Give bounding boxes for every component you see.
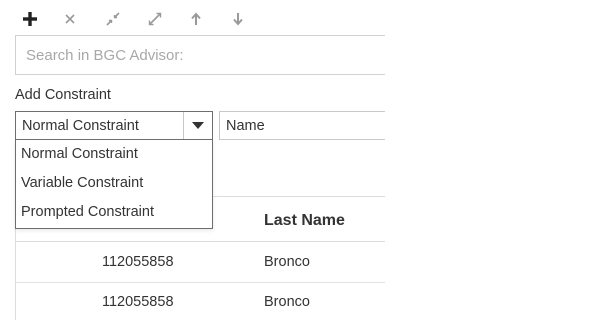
arrow-down-icon [233,13,243,26]
cell-id: 112055858 [102,294,174,310]
toolbar [22,8,274,30]
constraint-type-value: Normal Constraint [22,118,139,134]
add-button[interactable] [22,8,64,30]
expand-icon [148,12,162,26]
option-normal-constraint[interactable]: Normal Constraint [16,140,212,169]
collapse-icon [106,12,120,26]
caret-down-icon [192,122,204,129]
table-row[interactable]: 112055858 Bronco [15,282,385,320]
remove-button[interactable] [64,8,106,30]
option-prompted-constraint[interactable]: Prompted Constraint [16,198,212,227]
constraint-field-value: Name [226,118,265,134]
add-constraint-label: Add Constraint [15,87,111,103]
column-header-last-name[interactable]: Last Name [264,212,345,230]
cell-last-name: Bronco [264,294,310,310]
dropdown-toggle[interactable] [183,112,212,139]
cell-id: 112055858 [102,254,174,270]
add-icon [23,12,37,26]
expand-button[interactable] [148,8,190,30]
move-up-button[interactable] [190,8,232,30]
cell-last-name: Bronco [264,254,310,270]
search-box [15,35,385,75]
option-variable-constraint[interactable]: Variable Constraint [16,169,212,198]
constraint-type-select[interactable]: Normal Constraint [15,111,213,140]
constraint-field-input[interactable]: Name [219,111,385,140]
arrow-up-icon [191,12,201,25]
move-down-button[interactable] [232,8,274,30]
remove-icon [65,14,75,24]
blank-area [385,0,600,320]
table-row[interactable]: 112055858 Bronco [15,242,385,282]
constraint-panel: Add Constraint Normal Constraint Name p … [0,0,385,320]
search-input[interactable] [16,36,385,74]
constraint-type-dropdown: Normal Constraint Variable Constraint Pr… [15,139,213,229]
collapse-button[interactable] [106,8,148,30]
